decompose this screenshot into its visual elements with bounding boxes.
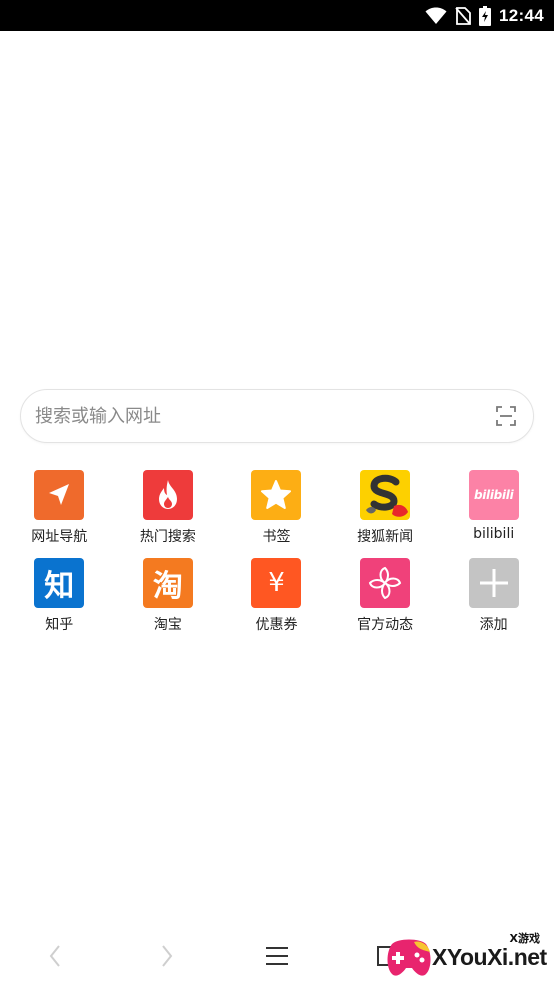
battery-charging-icon <box>479 5 492 26</box>
shortcut-sohu-news[interactable]: 搜狐新闻 <box>331 470 440 546</box>
shortcut-grid: 网址导航 热门搜索 书签 搜狐新闻 bilibili bilibili 知 知乎… <box>5 470 550 634</box>
navigation-arrow-icon <box>34 470 85 520</box>
scan-icon[interactable] <box>495 405 517 427</box>
forward-button[interactable] <box>147 940 187 976</box>
forward-icon <box>160 944 174 973</box>
shortcut-label: 搜狐新闻 <box>357 529 414 545</box>
shortcut-label: 优惠券 <box>255 617 298 633</box>
shortcut-official-news[interactable]: 官方动态 <box>331 558 440 634</box>
shortcut-label: 官方动态 <box>357 617 414 633</box>
tabs-button[interactable] <box>367 940 407 976</box>
shortcut-hot-search[interactable]: 热门搜索 <box>114 470 223 546</box>
back-icon <box>48 944 62 973</box>
flame-icon <box>142 470 193 520</box>
shortcut-label: 知乎 <box>45 617 74 633</box>
sohu-logo-icon <box>360 470 411 520</box>
status-bar: 12:44 <box>0 0 554 31</box>
menu-icon <box>265 945 289 972</box>
bilibili-logo-icon: bilibili <box>468 470 519 520</box>
tabs-icon <box>376 945 398 972</box>
status-time: 12:44 <box>499 5 544 25</box>
star-icon <box>251 470 302 520</box>
shortcut-coupons[interactable]: ¥ 优惠券 <box>222 558 331 634</box>
shortcut-url-navigation[interactable]: 网址导航 <box>5 470 114 546</box>
plus-icon <box>468 558 519 608</box>
shortcut-bookmarks[interactable]: 书签 <box>222 470 331 546</box>
shortcut-label: 淘宝 <box>153 617 182 633</box>
shortcut-bilibili[interactable]: bilibili bilibili <box>439 470 548 546</box>
status-icons: 12:44 <box>425 0 544 31</box>
shortcut-label: bilibili <box>473 526 515 542</box>
taobao-logo-icon: 淘 <box>142 558 193 608</box>
bottom-nav <box>0 930 554 986</box>
no-sim-icon <box>455 6 471 25</box>
shortcut-label: 热门搜索 <box>139 529 196 545</box>
shortcut-taobao[interactable]: 淘 淘宝 <box>114 558 223 634</box>
shortcut-label: 网址导航 <box>31 529 88 545</box>
shortcut-label: 书签 <box>262 529 291 545</box>
shortcut-zhihu[interactable]: 知 知乎 <box>5 558 114 634</box>
wifi-icon <box>425 7 447 25</box>
yen-icon: ¥ <box>251 558 302 608</box>
zhihu-logo-icon: 知 <box>34 558 85 608</box>
back-button[interactable] <box>35 940 75 976</box>
search-bar[interactable] <box>20 389 534 443</box>
pinwheel-icon <box>360 558 411 608</box>
shortcut-add[interactable]: 添加 <box>439 558 548 634</box>
menu-button[interactable] <box>257 940 297 976</box>
search-input[interactable] <box>21 389 495 443</box>
shortcut-label: 添加 <box>479 617 508 633</box>
